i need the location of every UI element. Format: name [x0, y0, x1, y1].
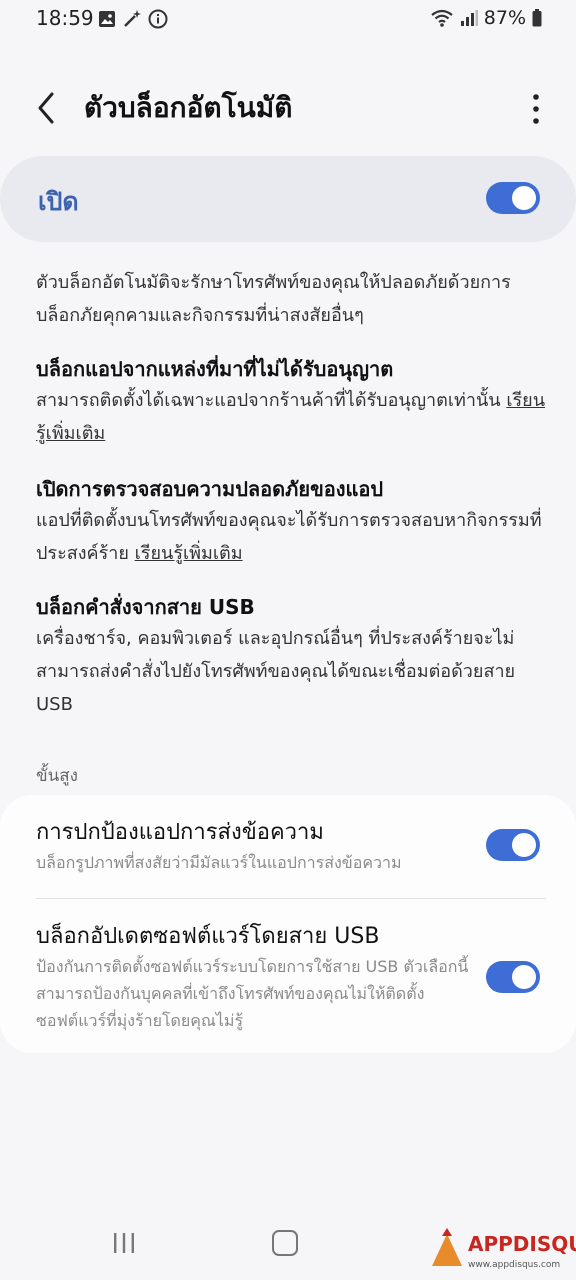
- status-bar: 18:59 87%: [0, 0, 576, 38]
- section-body: สามารถติดตั้งได้เฉพาะแอปจากร้านค้าที่ได้…: [36, 390, 501, 411]
- recent-apps-icon[interactable]: [112, 1232, 136, 1254]
- status-time: 18:59: [36, 6, 94, 30]
- section-title: บล็อกแอปจากแหล่งที่มาที่ไม่ได้รับอนุญาต: [36, 357, 394, 381]
- watermark-url: www.appdisqus.com: [468, 1260, 561, 1270]
- messaging-protection-toggle[interactable]: [486, 829, 540, 861]
- home-icon[interactable]: [272, 1230, 298, 1256]
- signal-icon: [460, 10, 478, 26]
- image-icon: [99, 11, 115, 27]
- setting-title: บล็อกอัปเดตซอฟต์แวร์โดยสาย USB: [36, 924, 380, 949]
- advanced-settings-card: การปกป้องแอปการส่งข้อความ บล็อกรูปภาพที่…: [0, 795, 576, 1053]
- section-text: แอปที่ติดตั้งบนโทรศัพท์ของคุณจะได้รับการ…: [36, 504, 546, 570]
- section-title: บล็อกคำสั่งจากสาย USB: [36, 595, 255, 619]
- section-block-usb-commands: บล็อกคำสั่งจากสาย USB เครื่องชาร์จ, คอมพ…: [36, 592, 546, 721]
- section-body: เครื่องชาร์จ, คอมพิวเตอร์ และอุปกรณ์อื่น…: [36, 628, 516, 715]
- info-icon: [148, 9, 168, 29]
- navigation-bar: APPDISQUS www.appdisqus.com: [0, 1206, 576, 1280]
- setting-title: การปกป้องแอปการส่งข้อความ: [36, 820, 324, 845]
- feature-description: ตัวบล็อกอัตโนมัติจะรักษาโทรศัพท์ของคุณให…: [36, 272, 511, 326]
- master-switch-label: เปิด: [38, 187, 79, 216]
- setting-subtitle: บล็อกรูปภาพที่สงสัยว่ามีมัลแวร์ในแอปการส…: [36, 853, 402, 872]
- wifi-icon: [431, 9, 453, 27]
- section-block-unauthorized-apps: บล็อกแอปจากแหล่งที่มาที่ไม่ได้รับอนุญาต …: [36, 354, 546, 450]
- magic-wand-icon: [124, 10, 141, 27]
- setting-subtitle: ป้องกันการติดตั้งซอฟต์แวร์ระบบโดยการใช้ส…: [36, 957, 469, 1030]
- messaging-protection-row[interactable]: การปกป้องแอปการส่งข้อความ บล็อกรูปภาพที่…: [36, 817, 476, 876]
- battery-icon: [532, 9, 542, 27]
- usb-update-block-row[interactable]: บล็อกอัปเดตซอฟต์แวร์โดยสาย USB ป้องกันกา…: [36, 921, 476, 1034]
- back-arrow-icon[interactable]: [30, 88, 66, 128]
- section-title: เปิดการตรวจสอบความปลอดภัยของแอป: [36, 477, 384, 501]
- master-switch-card[interactable]: เปิด: [0, 156, 576, 242]
- watermark-logo: APPDISQUS www.appdisqus.com: [428, 1226, 576, 1274]
- page-title: ตัวบล็อกอัตโนมัติ: [84, 91, 293, 124]
- section-block-app-security-check: เปิดการตรวจสอบความปลอดภัยของแอป แอปที่ติ…: [36, 474, 546, 570]
- more-options-icon[interactable]: [530, 92, 542, 126]
- watermark-emblem-icon: [432, 1228, 462, 1266]
- advanced-section-header: ขั้นสูง: [36, 766, 78, 786]
- section-text: สามารถติดตั้งได้เฉพาะแอปจากร้านค้าที่ได้…: [36, 384, 546, 450]
- divider: [36, 898, 546, 899]
- battery-percent: 87%: [483, 7, 526, 29]
- usb-update-block-toggle[interactable]: [486, 961, 540, 993]
- watermark-brand: APPDISQUS: [468, 1232, 576, 1256]
- master-toggle[interactable]: [486, 182, 540, 214]
- header: ตัวบล็อกอัตโนมัติ: [0, 78, 576, 138]
- learn-more-link[interactable]: เรียนรู้เพิ่มเติม: [135, 543, 243, 564]
- section-body: แอปที่ติดตั้งบนโทรศัพท์ของคุณจะได้รับการ…: [36, 510, 542, 564]
